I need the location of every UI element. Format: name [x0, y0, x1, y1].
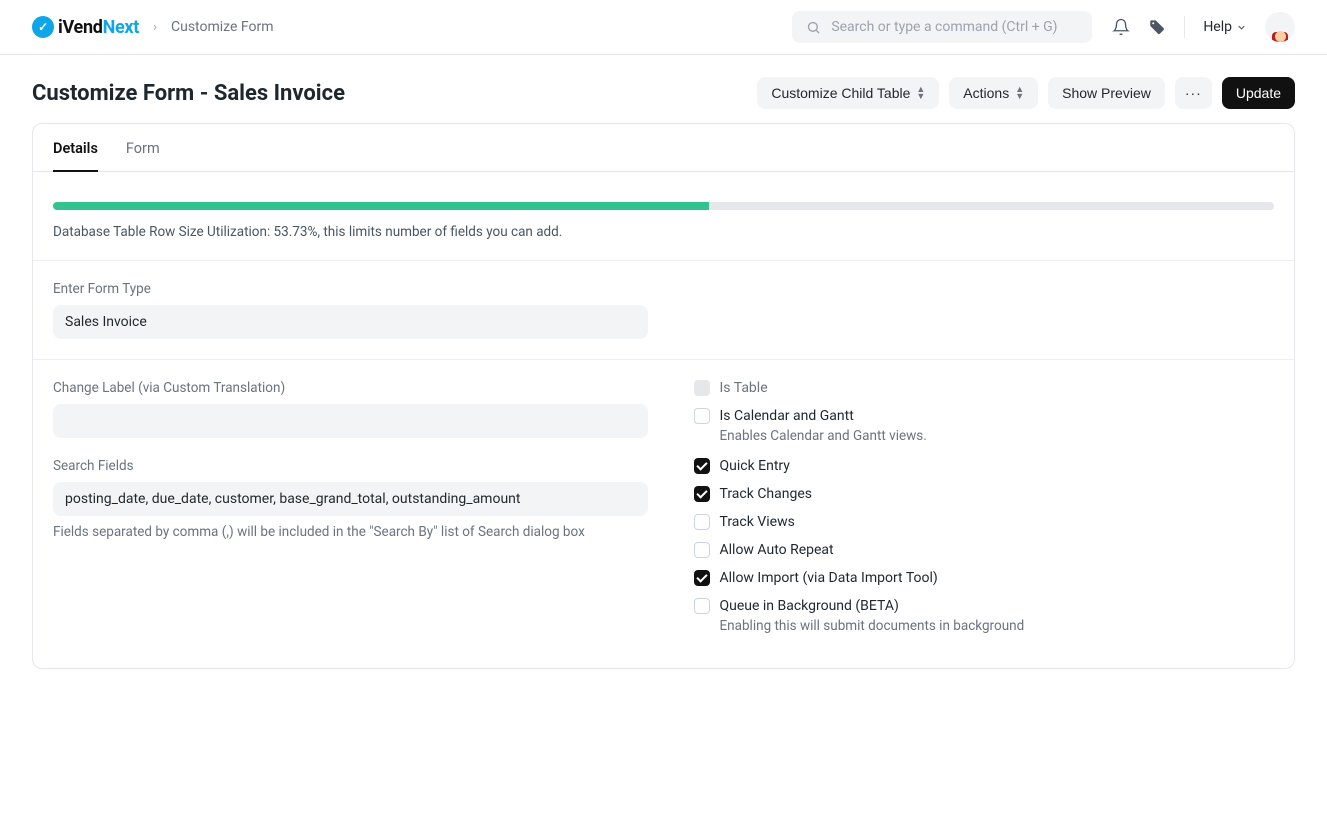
checkbox-is-calendar-label: Is Calendar and Gantt: [720, 408, 854, 424]
search-fields-input[interactable]: [53, 482, 648, 516]
left-column: Change Label (via Custom Translation) Se…: [53, 380, 664, 648]
check-is-table[interactable]: Is Table: [694, 380, 1296, 396]
checkbox-is-table-label: Is Table: [720, 380, 768, 396]
check-track-changes[interactable]: Track Changes: [694, 486, 1296, 502]
checkbox-is-table[interactable]: [694, 380, 710, 396]
search-fields-field: Search Fields Fields separated by comma …: [53, 458, 664, 540]
page-header: Customize Form - Sales Invoice Customize…: [0, 55, 1327, 123]
breadcrumb-separator: ›: [153, 20, 157, 35]
search-fields-help: Fields separated by comma (,) will be in…: [53, 524, 664, 540]
show-preview-label: Show Preview: [1062, 85, 1151, 101]
help-label: Help: [1203, 19, 1232, 35]
select-icon: ▲▼: [1015, 86, 1024, 100]
checkbox-quick-entry-label: Quick Entry: [720, 458, 790, 474]
tab-form[interactable]: Form: [126, 140, 160, 171]
checkbox-allow-auto-repeat[interactable]: [694, 542, 710, 558]
checkbox-allow-auto-repeat-label: Allow Auto Repeat: [720, 542, 834, 558]
checkbox-queue-bg-help: Enabling this will submit documents in b…: [720, 618, 1296, 634]
checkbox-track-changes[interactable]: [694, 486, 710, 502]
select-icon: ▲▼: [916, 86, 925, 100]
row-size-progress-text: Database Table Row Size Utilization: 53.…: [53, 224, 1274, 240]
tag-icon[interactable]: [1148, 18, 1166, 36]
update-label: Update: [1236, 85, 1281, 101]
tabs: Details Form: [33, 124, 1294, 172]
form-type-input[interactable]: [53, 305, 648, 339]
change-label-input[interactable]: [53, 404, 648, 438]
topbar-divider: [1184, 16, 1185, 38]
actions-label: Actions: [963, 85, 1009, 101]
page-title: Customize Form - Sales Invoice: [32, 81, 345, 106]
logo-icon: ✓: [32, 16, 54, 38]
check-allow-auto-repeat[interactable]: Allow Auto Repeat: [694, 542, 1296, 558]
search-placeholder: Search or type a command (Ctrl + G): [831, 19, 1057, 35]
page-actions: Customize Child Table ▲▼ Actions ▲▼ Show…: [757, 77, 1295, 109]
update-button[interactable]: Update: [1222, 77, 1295, 109]
notifications-icon[interactable]: [1112, 18, 1130, 36]
row-size-progress-bar: [53, 202, 1274, 210]
checkbox-queue-bg-label: Queue in Background (BETA): [720, 598, 899, 614]
check-is-calendar[interactable]: Is Calendar and Gantt: [694, 408, 1296, 424]
right-column: Is Table Is Calendar and Gantt Enables C…: [694, 380, 1296, 648]
check-quick-entry[interactable]: Quick Entry: [694, 458, 1296, 474]
details-two-col: Change Label (via Custom Translation) Se…: [33, 360, 1294, 668]
search-icon: [806, 20, 821, 35]
form-card: Details Form Database Table Row Size Uti…: [32, 123, 1295, 669]
check-queue-bg[interactable]: Queue in Background (BETA): [694, 598, 1296, 614]
form-type-section: Enter Form Type: [33, 261, 1294, 360]
logo[interactable]: ✓ iVendNext: [32, 16, 139, 38]
checkbox-is-calendar-help: Enables Calendar and Gantt views.: [720, 428, 1296, 444]
customize-child-table-button[interactable]: Customize Child Table ▲▼: [757, 77, 939, 109]
checkbox-queue-bg[interactable]: [694, 598, 710, 614]
checkbox-allow-import[interactable]: [694, 570, 710, 586]
search-input[interactable]: Search or type a command (Ctrl + G): [792, 11, 1092, 43]
ellipsis-icon: ···: [1185, 85, 1202, 101]
logo-text-next: Next: [103, 17, 139, 38]
breadcrumb-current[interactable]: Customize Form: [171, 19, 274, 35]
progress-section: Database Table Row Size Utilization: 53.…: [33, 172, 1294, 261]
chevron-down-icon: [1236, 22, 1247, 33]
checkbox-is-calendar[interactable]: [694, 408, 710, 424]
row-size-progress-fill: [53, 202, 709, 210]
customize-child-label: Customize Child Table: [771, 85, 910, 101]
logo-text-ivend: iVend: [58, 17, 103, 38]
checkbox-quick-entry[interactable]: [694, 458, 710, 474]
checkbox-track-views-label: Track Views: [720, 514, 795, 530]
form-type-label: Enter Form Type: [53, 281, 1274, 297]
show-preview-button[interactable]: Show Preview: [1048, 77, 1165, 109]
checkbox-track-views[interactable]: [694, 514, 710, 530]
check-allow-import[interactable]: Allow Import (via Data Import Tool): [694, 570, 1296, 586]
checkbox-allow-import-label: Allow Import (via Data Import Tool): [720, 570, 938, 586]
change-label-label: Change Label (via Custom Translation): [53, 380, 664, 396]
actions-button[interactable]: Actions ▲▼: [949, 77, 1038, 109]
avatar[interactable]: [1265, 12, 1295, 42]
checkbox-track-changes-label: Track Changes: [720, 486, 813, 502]
help-menu[interactable]: Help: [1203, 19, 1247, 35]
change-label-field: Change Label (via Custom Translation): [53, 380, 664, 438]
check-track-views[interactable]: Track Views: [694, 514, 1296, 530]
search-fields-label: Search Fields: [53, 458, 664, 474]
topbar: ✓ iVendNext › Customize Form Search or t…: [0, 0, 1327, 55]
tab-details[interactable]: Details: [53, 140, 98, 171]
more-menu-button[interactable]: ···: [1175, 77, 1212, 109]
